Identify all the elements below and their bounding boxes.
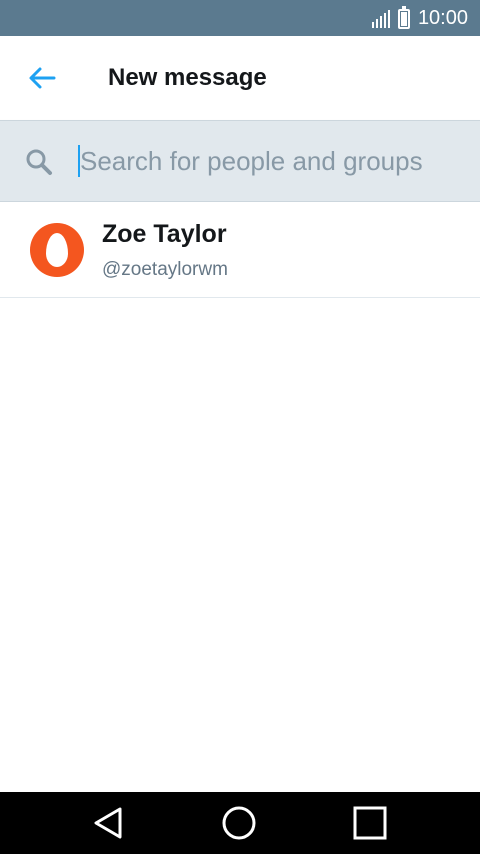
egg-avatar-icon [46, 233, 68, 267]
signal-icon [371, 8, 390, 28]
app-bar: New message [0, 36, 480, 120]
recents-square-icon [353, 806, 387, 840]
user-name: Zoe Taylor [102, 220, 227, 248]
back-triangle-icon [94, 807, 122, 839]
nav-recents-button[interactable] [330, 792, 410, 854]
search-icon [26, 149, 52, 175]
nav-back-button[interactable] [68, 792, 148, 854]
status-bar: 10:00 [0, 0, 480, 36]
battery-icon [397, 6, 410, 29]
screen: 10:00 New message Zoe Taylor @zoetaylorw… [0, 0, 480, 854]
page-title: New message [108, 64, 267, 91]
status-time: 10:00 [417, 7, 468, 29]
search-bar [0, 120, 480, 202]
nav-home-button[interactable] [199, 792, 279, 854]
list-item[interactable]: Zoe Taylor @zoetaylorwm [0, 202, 480, 298]
avatar [30, 223, 84, 277]
search-input[interactable] [80, 139, 460, 183]
navigation-bar [0, 792, 480, 854]
home-circle-icon [222, 806, 256, 840]
back-arrow-icon [29, 67, 56, 89]
user-handle: @zoetaylorwm [102, 259, 228, 280]
back-button[interactable] [20, 56, 64, 100]
